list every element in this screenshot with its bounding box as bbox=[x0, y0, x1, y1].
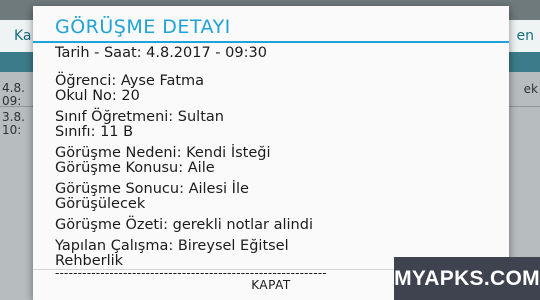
school-number-text: Okul No: 20 bbox=[55, 88, 140, 104]
meeting-detail-dialog: GÖRÜŞME DETAYI Tarih - Saat: 4.8.2017 - … bbox=[33, 6, 509, 300]
date-time-text: Tarih - Saat: 4.8.2017 - 09:30 bbox=[55, 45, 267, 61]
meeting-result-text-cont: Görüşülecek bbox=[55, 196, 146, 212]
dialog-title: GÖRÜŞME DETAYI bbox=[55, 16, 231, 38]
meeting-reason-group: Görüşme Nedeni: Kendi İsteği Görüşme Kon… bbox=[55, 146, 495, 176]
class-teacher-text: Sınıf Öğretmeni: Sultan bbox=[55, 109, 224, 125]
work-done-text: Yapılan Çalışma: Bireysel Eğitsel bbox=[55, 238, 289, 254]
meeting-summary-group: Görüşme Özeti: gerekli notlar alindi bbox=[55, 218, 495, 233]
meeting-summary-text: Görüşme Özeti: gerekli notlar alindi bbox=[55, 217, 313, 233]
meeting-result-text: Görüşme Sonucu: Ailesi İle bbox=[55, 181, 249, 197]
class-text: Sınıfı: 11 B bbox=[55, 124, 134, 140]
background-tab-right: en bbox=[516, 28, 535, 44]
meeting-reason-text: Görüşme Nedeni: Kendi İsteği bbox=[55, 145, 271, 161]
date-time-group: Tarih - Saat: 4.8.2017 - 09:30 bbox=[55, 46, 495, 61]
dialog-body: Tarih - Saat: 4.8.2017 - 09:30 Öğrenci: … bbox=[55, 46, 495, 283]
meeting-result-group: Görüşme Sonucu: Ailesi İle Görüşülecek bbox=[55, 182, 495, 212]
watermark-logo: MYAPKS.COM bbox=[394, 257, 540, 300]
meeting-topic-text: Görüşme Konusu: Aile bbox=[55, 160, 215, 176]
background-row-right-text: ek bbox=[523, 82, 538, 96]
student-name-text: Öğrenci: Ayse Fatma bbox=[55, 73, 205, 89]
student-group: Öğrenci: Ayse Fatma Okul No: 20 bbox=[55, 74, 495, 104]
class-teacher-group: Sınıf Öğretmeni: Sultan Sınıfı: 11 B bbox=[55, 110, 495, 140]
background-tab-left: Ka bbox=[14, 28, 32, 44]
title-divider bbox=[33, 41, 509, 43]
